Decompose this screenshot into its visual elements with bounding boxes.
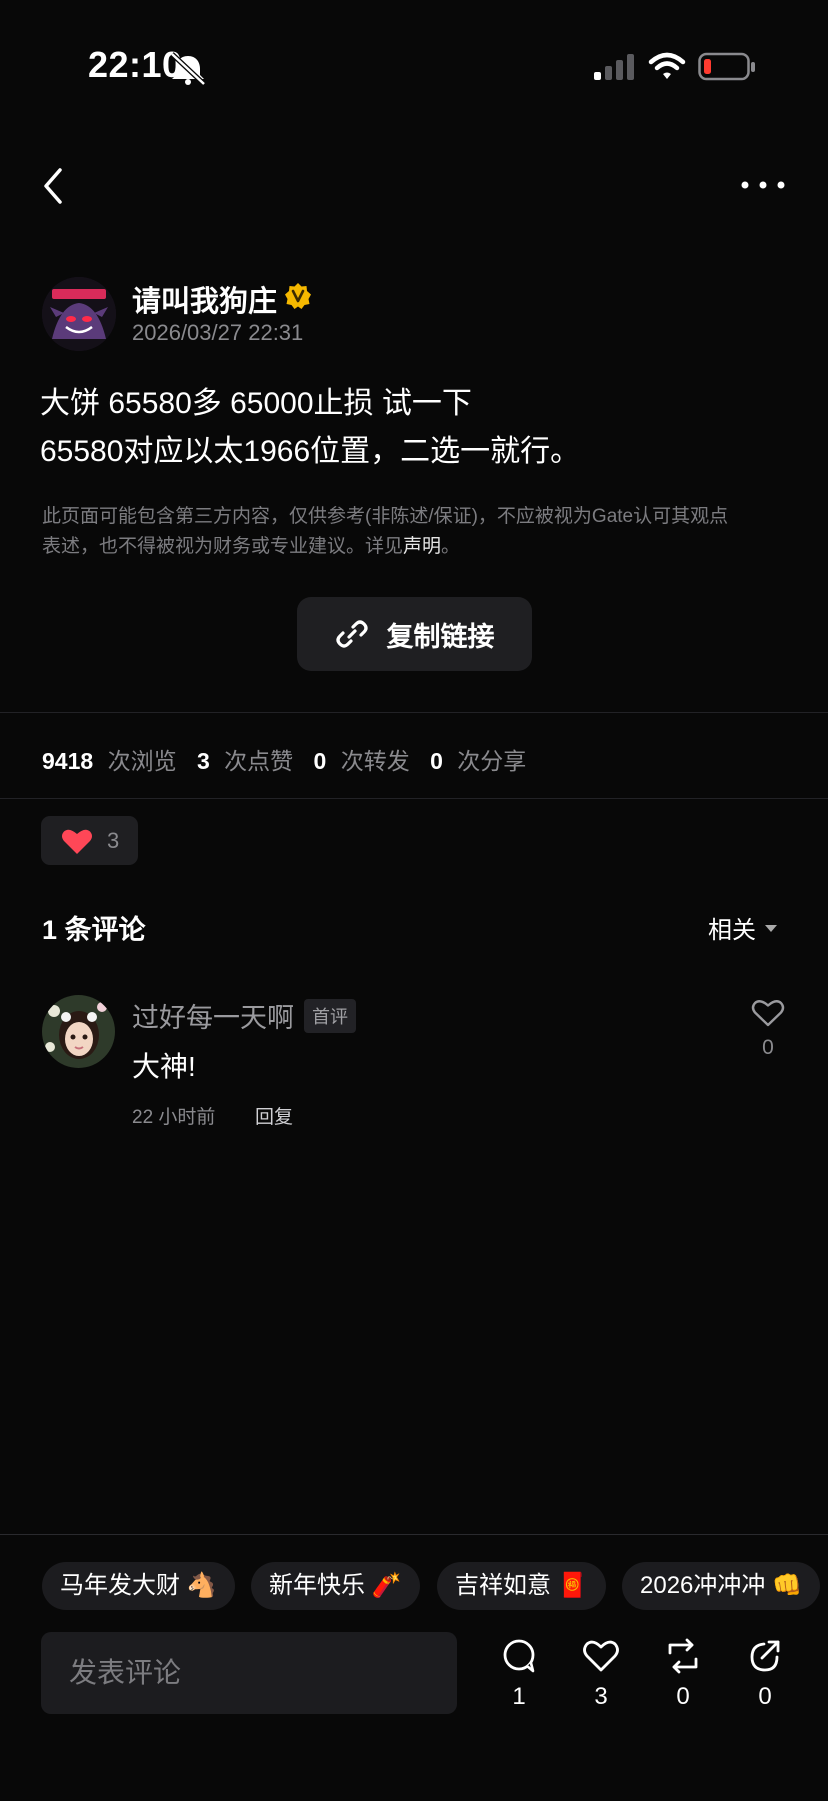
- like-heart-icon: [583, 1640, 619, 1672]
- cellular-signal-icon: [594, 54, 634, 80]
- comment-time: 22 小时前: [132, 1107, 216, 1128]
- likes-label: 次点赞: [224, 748, 294, 774]
- views-count: 9418: [42, 748, 94, 774]
- reaction-count: 3: [107, 827, 120, 853]
- heart-filled-icon: [62, 829, 92, 854]
- quick-tag-3[interactable]: 吉祥如意 🧧: [437, 1562, 606, 1610]
- verified-badge-icon: [285, 283, 311, 309]
- quick-tag-1[interactable]: 马年发大财 🐴: [42, 1562, 235, 1610]
- link-icon: [335, 620, 368, 648]
- share-action-count: 0: [758, 1683, 772, 1710]
- author-name[interactable]: 请叫我狗庄: [132, 278, 277, 320]
- commenter-avatar[interactable]: [42, 995, 115, 1068]
- comment-action-count: 1: [512, 1683, 526, 1710]
- disclaimer-line-2: 表述，也不得被视为财务或专业建议。详见: [42, 536, 404, 557]
- post-content: 大饼 65580多 65000止损 试一下 65580对应以太1966位置，二选…: [40, 380, 580, 476]
- bell-muted-icon: [170, 52, 206, 86]
- author-avatar[interactable]: [42, 277, 116, 351]
- repost-action-count: 0: [676, 1683, 690, 1710]
- copy-link-button[interactable]: 复制链接: [297, 597, 532, 671]
- post-line-1: 大饼 65580多 65000止损 试一下: [40, 387, 472, 420]
- disclaimer-line-1: 此页面可能包含第三方内容，仅供参考(非陈述/保证)，不应被视为Gate认可其观点: [42, 506, 729, 527]
- post-stats: 9418 次浏览 3 次点赞 0 次转发 0 次分享: [42, 742, 526, 776]
- comment-reply-button[interactable]: 回复: [255, 1102, 293, 1129]
- reposts-count: 0: [313, 748, 327, 774]
- copy-link-label: 复制链接: [386, 621, 495, 652]
- shares-count: 0: [430, 748, 443, 774]
- repost-action[interactable]: 0: [658, 1638, 708, 1711]
- repost-icon: [668, 1638, 698, 1674]
- back-icon[interactable]: [38, 166, 70, 206]
- comments-header: 1 条评论: [42, 915, 146, 945]
- like-action-count: 3: [594, 1683, 608, 1710]
- comment-bubble-icon: [503, 1639, 535, 1673]
- share-icon: [750, 1640, 780, 1672]
- more-options-icon[interactable]: [740, 178, 786, 192]
- like-action[interactable]: 3: [576, 1638, 626, 1711]
- post-line-2: 65580对应以太1966位置，二选一就行。: [40, 435, 581, 468]
- disclaimer-link[interactable]: 声明: [403, 536, 441, 557]
- shares-label: 次分享: [457, 748, 527, 774]
- comment-like-count: 0: [762, 1036, 774, 1059]
- likes-count: 3: [196, 748, 210, 774]
- sort-dropdown[interactable]: 相关: [708, 910, 778, 945]
- quick-tag-4[interactable]: 2026冲冲冲 👊: [622, 1562, 820, 1610]
- wifi-icon: [648, 52, 686, 79]
- comment-author-row: 过好每一天啊 首评: [132, 996, 356, 1035]
- disclaimer: 此页面可能包含第三方内容，仅供参考(非陈述/保证)，不应被视为Gate认可其观点…: [42, 502, 792, 562]
- comment-text: 大神!: [132, 1051, 196, 1082]
- sort-label: 相关: [708, 917, 756, 944]
- disclaimer-end: 。: [441, 536, 461, 557]
- share-action[interactable]: 0: [740, 1638, 790, 1711]
- comment-author[interactable]: 过好每一天啊: [132, 996, 294, 1035]
- reposts-label: 次转发: [340, 748, 410, 774]
- views-label: 次浏览: [107, 748, 177, 774]
- post-timestamp: 2026/03/27 22:31: [132, 320, 304, 345]
- comment-action[interactable]: 1: [494, 1638, 544, 1711]
- comment-like-icon[interactable]: [751, 998, 785, 1028]
- battery-low-icon: [698, 52, 755, 81]
- first-comment-badge: 首评: [304, 998, 356, 1033]
- caret-down-icon: [765, 924, 777, 932]
- quick-tag-2[interactable]: 新年快乐 🧨: [251, 1562, 420, 1610]
- heart-reaction-chip[interactable]: 3: [41, 816, 138, 865]
- comment-input[interactable]: 发表评论: [41, 1632, 457, 1714]
